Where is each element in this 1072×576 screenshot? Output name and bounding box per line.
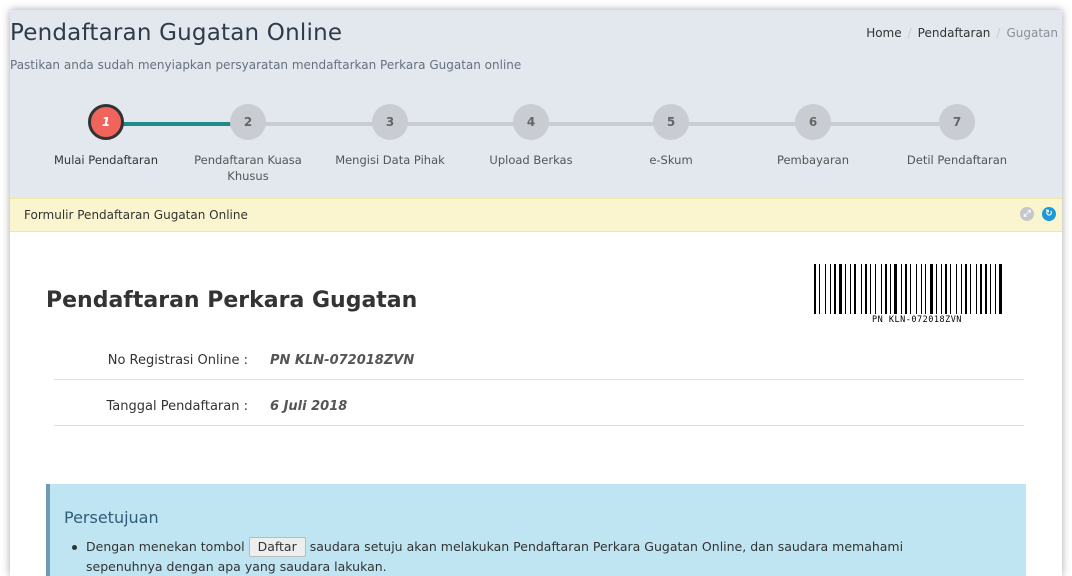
page-frame: Pendaftaran Gugatan Online Pastikan anda…: [10, 10, 1062, 576]
breadcrumb: Home / Pendaftaran / Gugatan: [866, 26, 1058, 40]
step-6-label: Pembayaran: [776, 153, 850, 167]
registration-number-label: No Registrasi Online :: [107, 353, 248, 368]
breadcrumb-pendaftaran[interactable]: Pendaftaran: [918, 26, 991, 40]
registration-number-row: No Registrasi Online : PN KLN-072018ZVN: [54, 344, 1024, 380]
registration-stepper: 1 Mulai Pendaftaran 2 Pendaftaran Kuasa …: [10, 102, 1062, 184]
step-5-number: 5: [653, 104, 689, 140]
consent-item: Dengan menekan tombol Daftar saudara set…: [64, 537, 924, 576]
registration-number-value: PN KLN-072018ZVN: [270, 353, 415, 368]
step-3-number: 3: [372, 104, 408, 140]
registration-date-value: 6 Juli 2018: [270, 399, 348, 414]
registration-date-label: Tanggal Pendaftaran :: [106, 399, 248, 414]
step-4-label: Upload Berkas: [489, 153, 573, 167]
step-1-number: 1: [88, 104, 124, 140]
panel-title: Formulir Pendaftaran Gugatan Online: [24, 208, 248, 222]
step-3-label: Mengisi Data Pihak: [335, 153, 445, 167]
step-5[interactable]: 5 e-Skum: [601, 102, 741, 168]
reload-icon[interactable]: ↻: [1042, 207, 1056, 221]
consent-title: Persetujuan: [64, 508, 159, 527]
step-6[interactable]: 6 Pembayaran: [743, 102, 883, 168]
page-subtitle: Pastikan anda sudah menyiapkan persyarat…: [10, 58, 522, 72]
consent-list: Dengan menekan tombol Daftar saudara set…: [64, 537, 1026, 576]
form-title: Pendaftaran Perkara Gugatan: [46, 288, 418, 313]
panel-header: Formulir Pendaftaran Gugatan Online ⤢ ↻: [10, 198, 1062, 232]
expand-icon[interactable]: ⤢: [1020, 207, 1034, 221]
step-7[interactable]: 7 Detil Pendaftaran: [887, 102, 1027, 168]
step-6-number: 6: [795, 104, 831, 140]
step-3[interactable]: 3 Mengisi Data Pihak: [320, 102, 460, 168]
step-4-number: 4: [513, 104, 549, 140]
breadcrumb-current: Gugatan: [1006, 26, 1058, 40]
page-title: Pendaftaran Gugatan Online: [10, 20, 343, 46]
step-7-label: Detil Pendaftaran: [906, 153, 1008, 167]
breadcrumb-home[interactable]: Home: [866, 26, 901, 40]
panel-body: Pendaftaran Perkara Gugatan PN KLN-07201…: [10, 232, 1062, 576]
step-7-number: 7: [939, 104, 975, 140]
step-2-label: Pendaftaran Kuasa Khusus: [194, 153, 302, 183]
breadcrumb-separator: /: [996, 26, 1001, 40]
step-1[interactable]: 1 Mulai Pendaftaran: [36, 102, 176, 168]
breadcrumb-separator: /: [907, 26, 912, 40]
barcode-text: PN KLN-072018ZVN: [872, 315, 962, 325]
consent-text-before: Dengan menekan tombol: [86, 539, 245, 554]
consent-box: Persetujuan Dengan menekan tombol Daftar…: [46, 484, 1026, 576]
step-2[interactable]: 2 Pendaftaran Kuasa Khusus: [178, 102, 318, 184]
barcode-bars: [814, 264, 1020, 314]
panel-tools: ⤢ ↻: [1020, 207, 1056, 221]
daftar-button[interactable]: Daftar: [248, 537, 306, 557]
registration-date-row: Tanggal Pendaftaran : 6 Juli 2018: [54, 390, 1024, 426]
step-5-label: e-Skum: [649, 153, 693, 167]
step-4[interactable]: 4 Upload Berkas: [461, 102, 601, 168]
step-1-label: Mulai Pendaftaran: [53, 153, 158, 167]
barcode: PN KLN-072018ZVN: [814, 264, 1020, 325]
step-2-number: 2: [230, 104, 266, 140]
